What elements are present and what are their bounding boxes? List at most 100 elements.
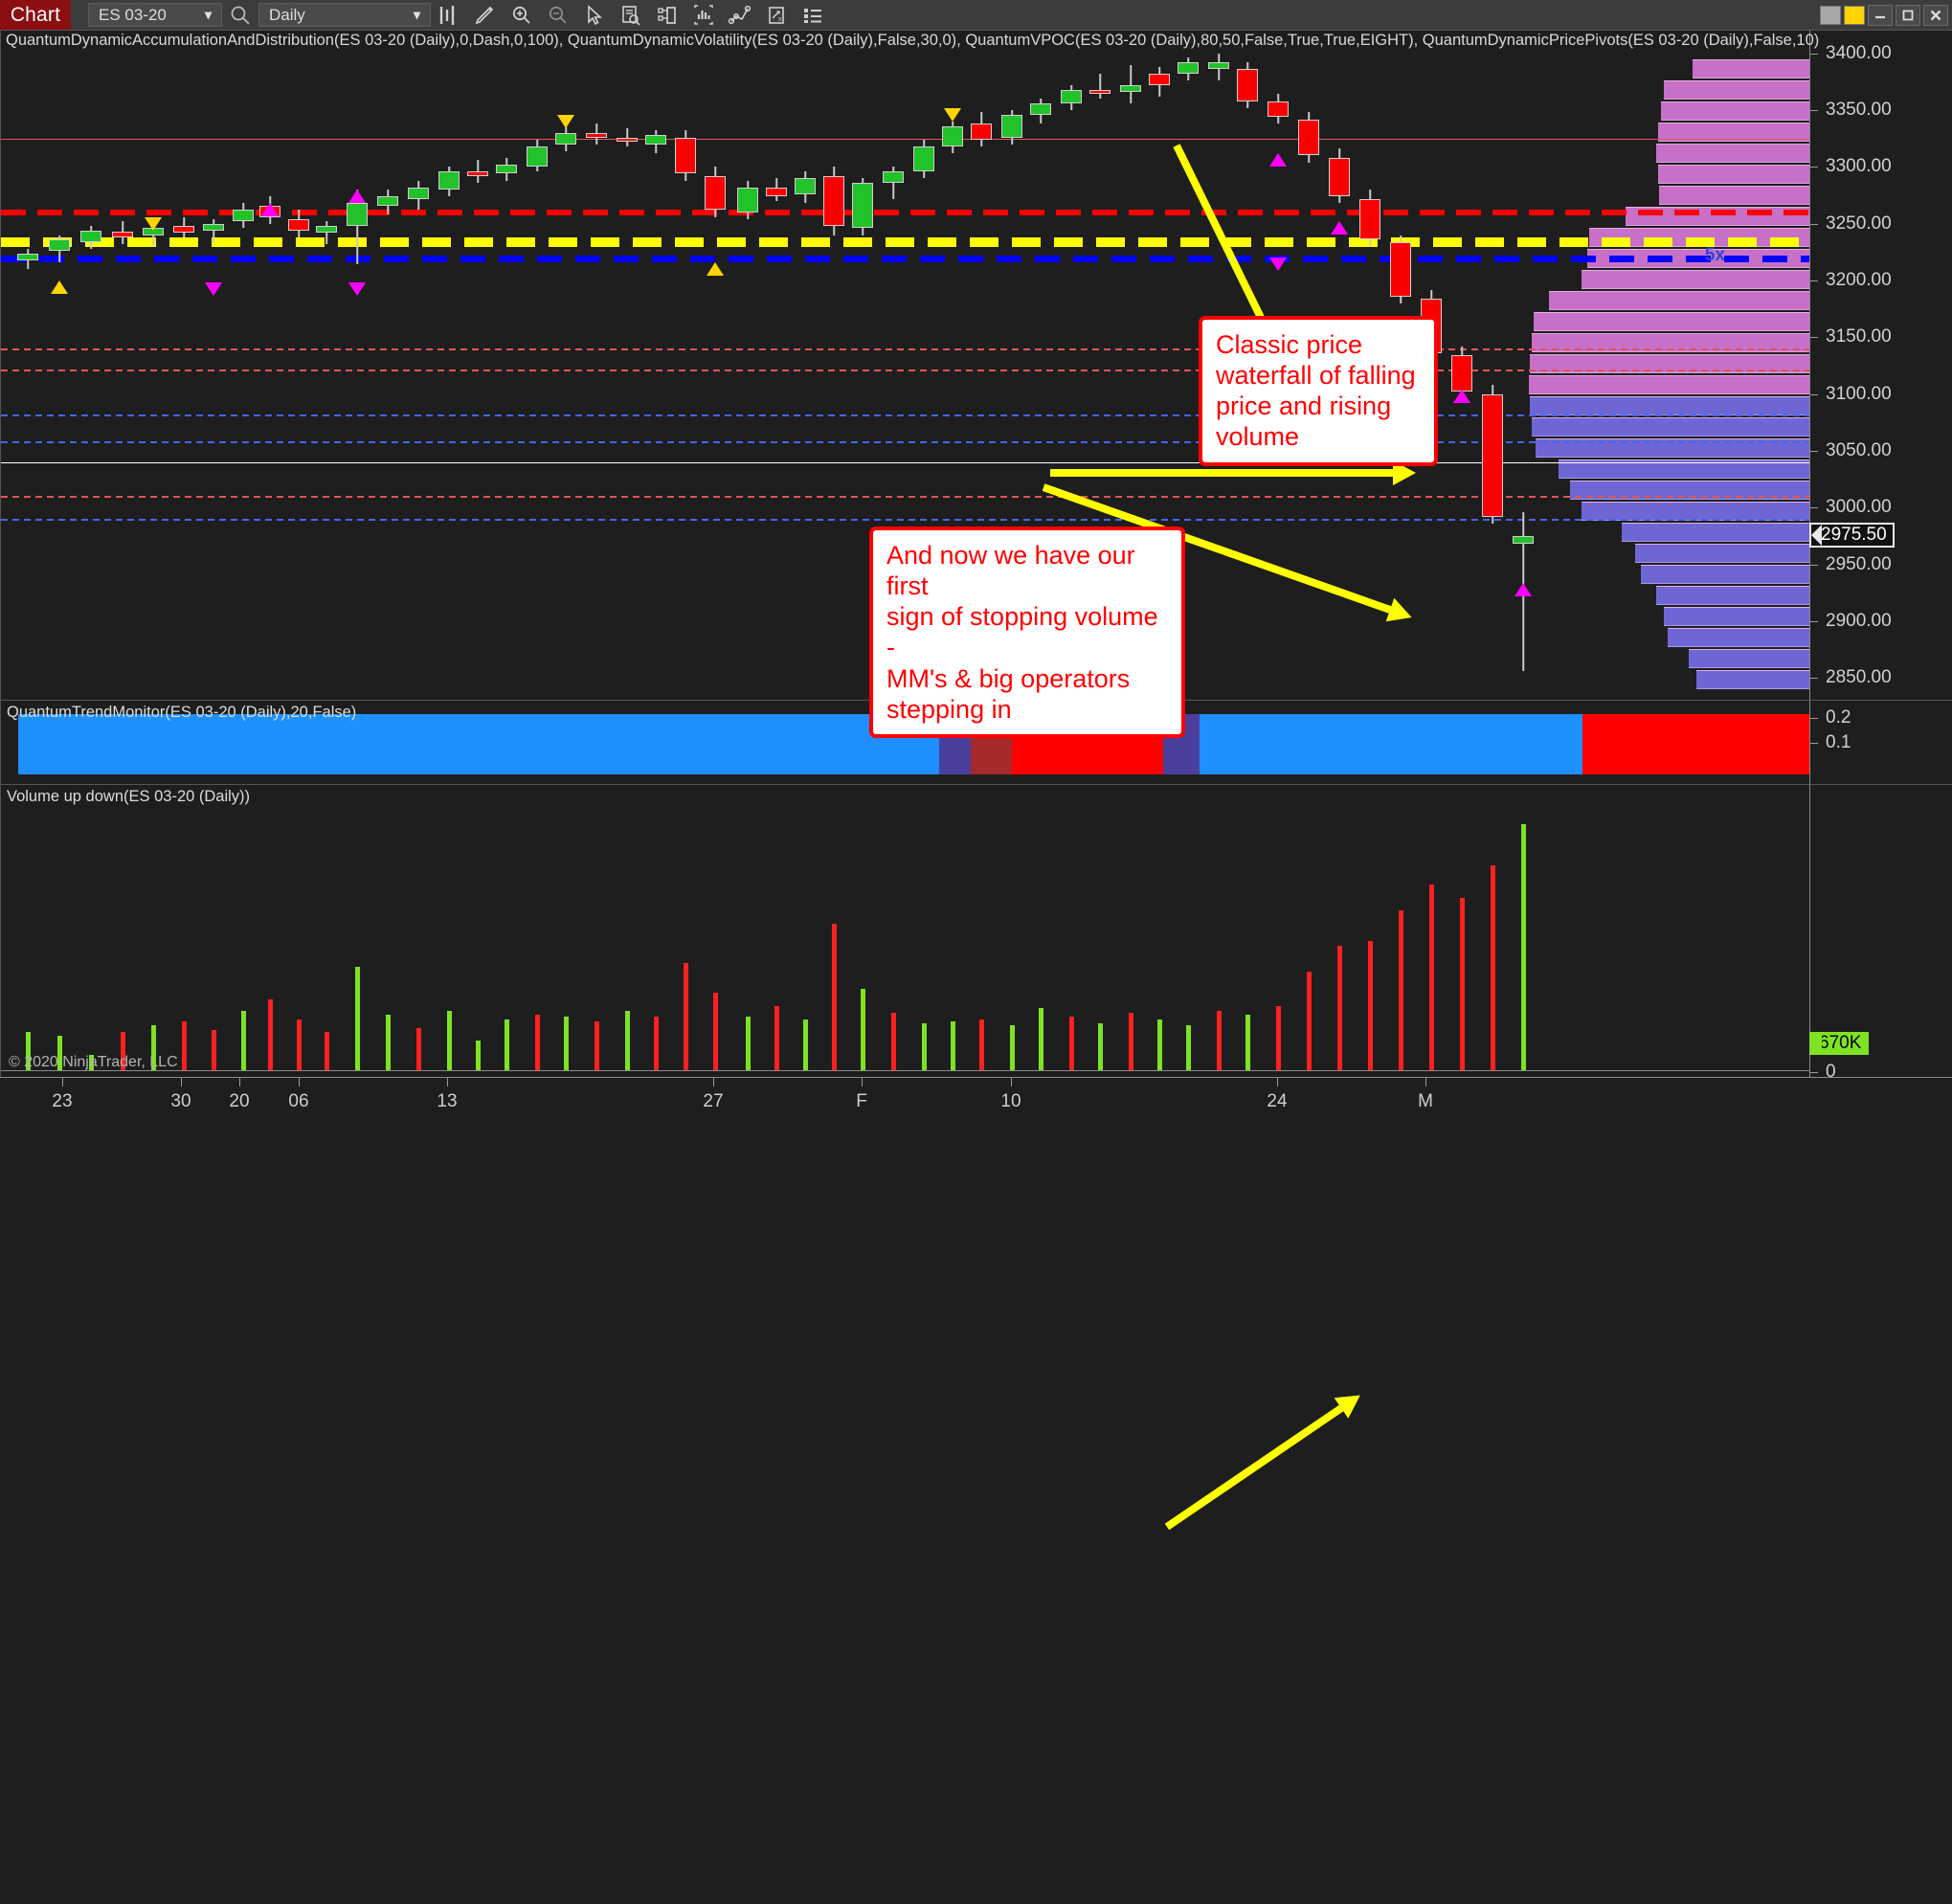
candlestick [1089,74,1111,100]
date-tick [1011,1078,1012,1086]
window-controls [1820,0,1948,30]
pivot-line [1,414,1809,417]
candlestick [496,157,517,181]
volume-bar [1336,945,1342,1071]
volume-baseline [1,1070,1809,1071]
volume-bar [860,988,865,1071]
chart-type-icon[interactable] [431,0,467,30]
candlestick [1030,99,1051,124]
vpoc-profile-bar [1582,502,1809,521]
date-tick-label: 23 [52,1091,73,1111]
signal-arrow-down-icon [145,216,162,231]
volume-bar [653,1017,659,1071]
candlestick [555,125,576,151]
volume-bar [1156,1019,1162,1071]
candlestick [971,112,992,146]
candle-body [795,178,816,194]
list-icon[interactable] [795,0,831,30]
signal-arrow-up-icon [1453,389,1470,403]
volume-bar [1009,1025,1015,1071]
minimize-button[interactable] [1868,4,1893,26]
candle-body [1482,393,1503,517]
properties-icon[interactable] [649,0,685,30]
candlestick [586,123,607,145]
date-axis[interactable]: 23 30 20 06 13 27 F 10 24 M [0,1077,1952,1119]
volume-bar [267,999,273,1071]
volume-bar [802,1019,808,1071]
date-tick-label: 06 [288,1091,309,1111]
volume-bar [1459,897,1465,1071]
candle-body [1298,119,1319,156]
chevron-down-icon: ▾ [413,7,420,22]
trend-monitor-legend: QuantumTrendMonitor(ES 03-20 (Daily),20,… [7,704,357,721]
volume-bar [354,967,360,1071]
candle-body [852,182,873,229]
vpoc-profile-bar [1689,649,1809,668]
candlestick [942,121,963,154]
price-tick-label: 3300.00 [1826,156,1892,177]
pivot-line [1,236,1809,247]
current-price-marker: 2975.50 [1809,523,1895,549]
volume-panel[interactable]: Volume up down(ES 03-20 (Daily)) © 2020 … [0,784,1809,1531]
interval-selector[interactable]: Daily ▾ [258,3,431,27]
date-tick [713,1078,714,1086]
candle-body [737,187,758,213]
trend-segment [18,714,939,774]
candle-body [496,164,517,174]
stopping-volume-callout: And now we have our first sign of stoppi… [869,526,1185,738]
trend-segment [1200,714,1582,774]
search-icon[interactable] [222,0,258,30]
color-swatch-yellow[interactable] [1844,5,1865,25]
signal-arrow-up-icon [261,203,279,217]
date-tick-label: 20 [229,1091,250,1111]
color-swatch-gray[interactable] [1820,5,1841,25]
candle-body [1030,102,1051,115]
zoom-out-icon[interactable] [540,0,576,30]
signal-arrow-up-icon [1269,153,1287,168]
candlestick [316,221,337,245]
candle-body [1120,84,1141,93]
strategies-icon[interactable] [722,0,758,30]
date-tick-label: M [1418,1091,1433,1111]
volume-bar [475,1041,481,1071]
vpoc-multiplier-label: 5x [1704,244,1725,265]
candlestick [377,190,398,215]
remove-drawing-icon[interactable]: x [758,0,795,30]
candlestick [913,139,934,179]
volume-bar [1216,1010,1222,1071]
price-tick [1810,167,1818,168]
candlestick [1178,57,1199,81]
price-tick-label: 2850.00 [1826,667,1892,688]
candle-body [1061,89,1082,103]
trend-segment [1582,714,1810,774]
chart-indicator-legend: QuantumDynamicAccumulationAndDistributio… [6,32,1820,49]
price-axis[interactable]: 3400.00 3350.00 3300.00 3250.00 3200.00 3150.… [1809,30,1952,700]
zoom-in-icon[interactable] [504,0,540,30]
data-series-icon[interactable] [613,0,649,30]
candlestick [617,128,638,146]
chart-tab[interactable]: Chart [0,0,71,30]
candle-body [377,196,398,206]
signal-arrow-up-icon [348,190,366,204]
candle-body [527,146,548,168]
volume-bar [890,1012,896,1071]
indicators-icon[interactable] [685,0,722,30]
close-button[interactable] [1923,4,1948,26]
volume-bar [415,1027,421,1071]
candle-body [1208,62,1229,70]
candle-body [971,123,992,140]
maximize-button[interactable] [1896,4,1920,26]
candlestick [1237,62,1258,108]
volume-axis[interactable]: 5500K5000K4500K4000K3500K3000K2500K2000K… [1809,784,1952,1082]
volume-bar [240,1010,246,1071]
cursor-icon[interactable] [576,0,613,30]
candlestick [1001,110,1022,145]
instrument-selector[interactable]: ES 03-20 ▾ [88,3,222,27]
copyright-text: © 2020 NinjaTrader, LLC [9,1054,178,1070]
volume-legend: Volume up down(ES 03-20 (Daily)) [7,788,251,805]
candle-body [112,231,133,237]
date-tick [62,1078,63,1086]
candle-body [1390,241,1411,297]
drawing-tools-icon[interactable] [467,0,504,30]
candlestick [766,178,787,201]
